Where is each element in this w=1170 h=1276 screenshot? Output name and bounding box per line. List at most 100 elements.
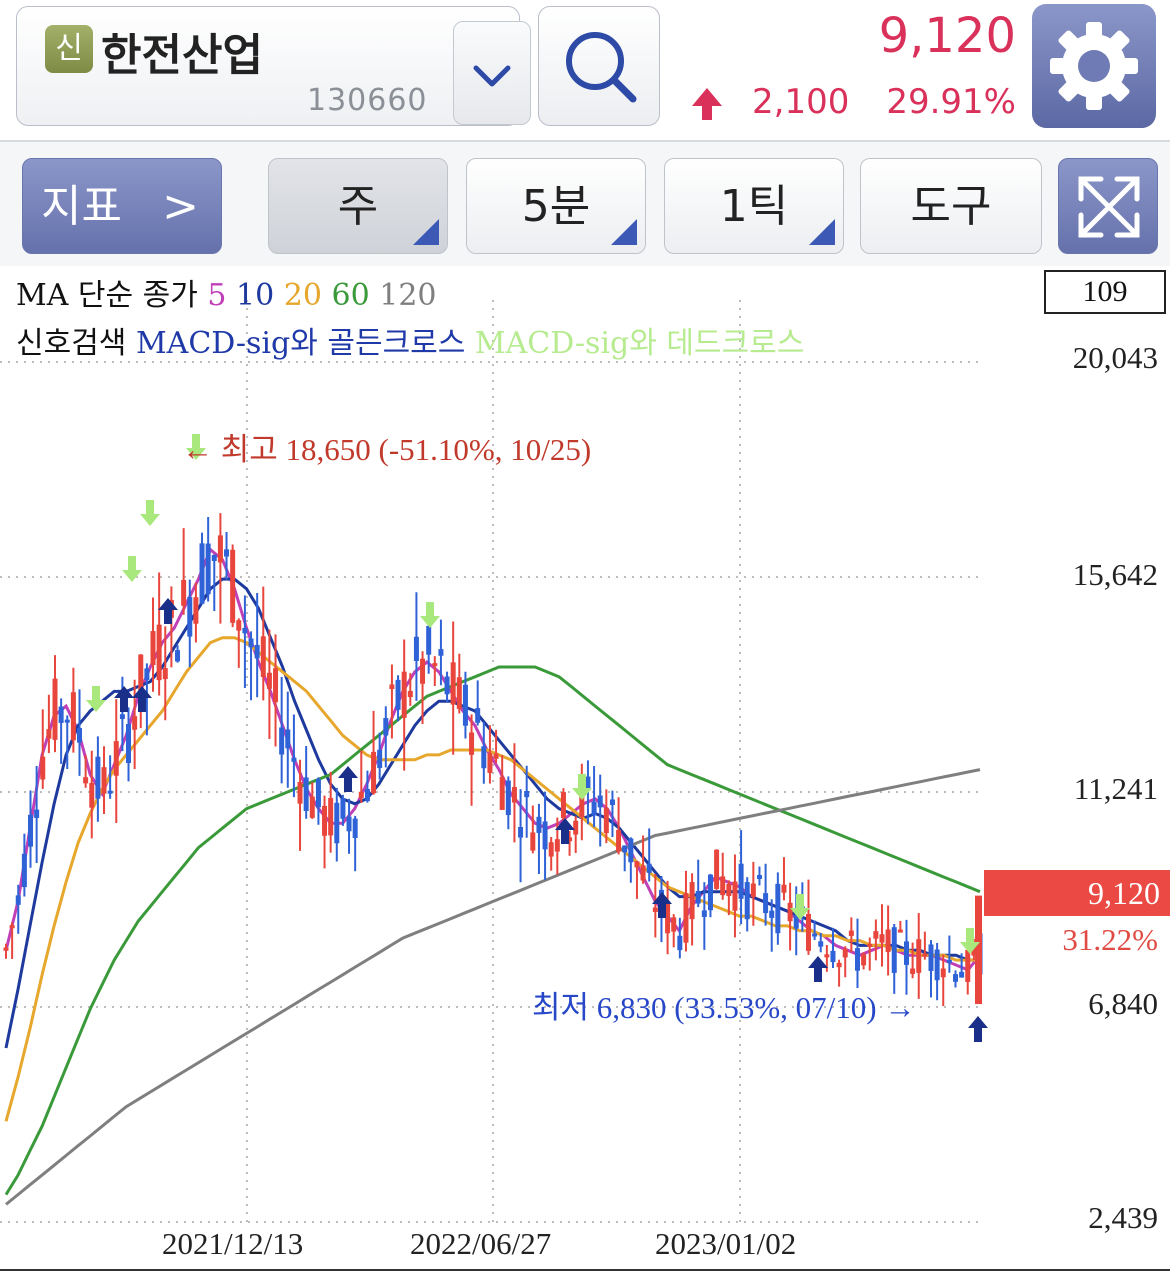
dead-cross-arrow-icon: [420, 602, 440, 628]
period-week-button[interactable]: 주: [268, 158, 448, 254]
candle-body: [940, 968, 946, 978]
y-axis-label: 20,043: [1072, 340, 1158, 375]
candle-body: [444, 676, 450, 695]
candle-body: [456, 677, 462, 709]
candle-body: [499, 776, 505, 810]
candle-body: [364, 788, 370, 802]
candle-body: [377, 749, 383, 768]
indicator-button[interactable]: 지표 >: [22, 158, 222, 254]
candle-body: [34, 809, 40, 818]
candle-body: [934, 949, 940, 981]
candle-body: [487, 753, 493, 773]
candle-body: [616, 829, 622, 852]
stock-dropdown-button[interactable]: [453, 21, 531, 125]
candle-body: [64, 719, 70, 723]
candle-body: [603, 808, 609, 834]
ma-legend-10: 10: [236, 278, 275, 313]
period-5min-button[interactable]: 5분: [466, 158, 646, 254]
dropdown-corner-icon: [611, 219, 637, 245]
candle-body: [193, 597, 199, 624]
header-bar: 신 한전산업 130660 9,120 2,100 29.91%: [0, 0, 1170, 140]
candle-body: [689, 882, 695, 920]
minute-label: 5분: [521, 181, 591, 232]
candle-body: [554, 839, 560, 852]
price-chart[interactable]: [0, 266, 1170, 1276]
dead-cross-arrow-icon: [140, 500, 160, 526]
candle-body: [928, 944, 934, 971]
settings-button[interactable]: [1032, 4, 1156, 128]
period-tick-button[interactable]: 1틱: [664, 158, 844, 254]
tick-label: 1틱: [719, 181, 789, 232]
candle-body: [77, 727, 83, 743]
candle-body: [371, 751, 377, 794]
ma-legend-60: 60: [331, 278, 370, 313]
search-button[interactable]: [538, 6, 660, 126]
candle-body: [885, 929, 891, 953]
candle-body: [652, 907, 658, 912]
candle-body: [805, 913, 811, 951]
candle-body: [315, 778, 321, 808]
candle-body: [40, 756, 46, 780]
candle-body: [291, 757, 297, 762]
candle-body: [628, 838, 634, 863]
candle-body: [861, 954, 867, 966]
dropdown-corner-icon: [809, 219, 835, 245]
candle-body: [634, 861, 640, 868]
stock-selector[interactable]: 신 한전산업 130660: [16, 6, 531, 126]
candle-body: [622, 845, 628, 853]
candle-body: [328, 797, 334, 836]
candle-body: [107, 790, 113, 794]
candle-body: [591, 801, 597, 816]
candle-body: [242, 627, 248, 634]
candle-body: [401, 671, 407, 718]
current-price: 9,120: [878, 8, 1016, 64]
tools-button[interactable]: 도구: [860, 158, 1042, 254]
search-icon: [566, 32, 637, 103]
candle-body: [903, 941, 909, 965]
candle-body: [303, 777, 309, 811]
candle-body: [285, 729, 291, 749]
candle-body: [395, 679, 401, 710]
candle-body: [162, 668, 168, 680]
candle-body: [744, 882, 750, 920]
chart-toolbar: 지표 > 주 5분 1틱 도구: [0, 142, 1170, 266]
candle-body: [230, 549, 236, 623]
candle-body: [897, 929, 903, 933]
candle-body: [842, 948, 848, 958]
candle-body: [952, 974, 958, 982]
candle-body: [248, 638, 254, 648]
expand-icon: [1078, 176, 1140, 238]
y-axis-label: 6,840: [1088, 986, 1158, 1021]
period-label: 주: [337, 181, 379, 232]
candle-body: [560, 792, 566, 819]
candle-body: [52, 678, 58, 740]
indicator-label: 지표: [41, 181, 122, 232]
candle-body: [346, 816, 352, 832]
candle-body: [683, 893, 689, 943]
candle-body: [475, 708, 481, 723]
low-price-note: 최저 6,830 (33.53%, 07/10) →: [532, 990, 916, 1025]
candle-body: [432, 663, 438, 667]
candle-body: [383, 718, 389, 736]
candle-body: [156, 624, 162, 681]
candle-body: [199, 543, 205, 604]
candle-body: [493, 753, 499, 759]
candle-body: [101, 767, 107, 794]
candle-body: [818, 941, 824, 947]
candle-body: [836, 962, 842, 968]
candle-body: [58, 706, 64, 723]
candle-body: [781, 884, 787, 893]
candle-body: [965, 949, 971, 982]
candle-body: [756, 875, 762, 879]
candle-body: [873, 931, 879, 939]
candle-body: [707, 874, 713, 911]
candle-body: [879, 934, 885, 943]
candle-body: [236, 620, 242, 631]
candle-body: [150, 631, 156, 666]
candle-body: [511, 787, 517, 803]
fullscreen-button[interactable]: [1058, 158, 1158, 254]
candle-body: [273, 668, 279, 703]
candle-body: [95, 756, 101, 799]
x-axis-label: 2022/06/27: [410, 1226, 552, 1261]
candle-body: [266, 672, 272, 689]
